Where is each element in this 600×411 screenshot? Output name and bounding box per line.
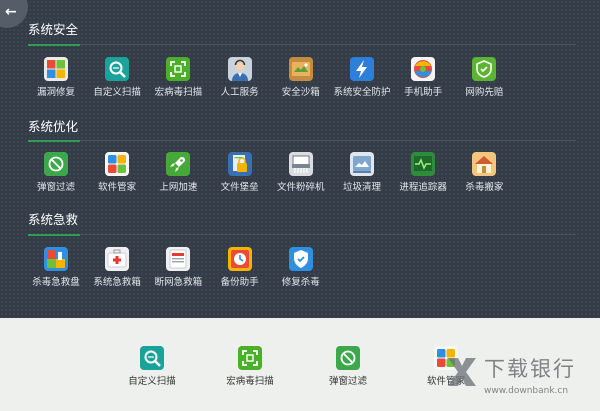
- quick-magnifier[interactable]: 自定义扫描: [112, 346, 192, 396]
- service-person-icon: [227, 57, 252, 81]
- block-popup-icon: [336, 346, 360, 370]
- pulse-monitor-icon: [411, 152, 436, 176]
- scan-frame-icon: [166, 57, 191, 81]
- tool-label: 杀毒搬家: [465, 182, 504, 193]
- quick-label: 自定义扫描: [128, 376, 176, 387]
- windows-shield-icon: [44, 57, 68, 81]
- block-popup-icon: [44, 152, 68, 176]
- tool-scan-frame[interactable]: 宏病毒扫描: [146, 57, 210, 107]
- house-move-icon: [472, 152, 497, 176]
- cleanup-icon: [350, 152, 374, 176]
- tool-lightning[interactable]: 系统安全防护: [330, 57, 394, 107]
- tool-backup-clock[interactable]: 备份助手: [208, 247, 272, 297]
- tool-first-aid-kit[interactable]: 系统急救箱: [85, 247, 149, 297]
- quick-label: 宏病毒扫描: [226, 376, 274, 387]
- section-title-optimize: 系统优化: [28, 119, 79, 134]
- tool-software-grid[interactable]: 软件管家: [85, 152, 149, 202]
- quick-label: 软件管家: [426, 376, 465, 387]
- lightning-icon: [350, 57, 374, 81]
- file-lock-icon: [227, 152, 252, 176]
- first-aid-kit-icon: [105, 247, 130, 271]
- magnifier-icon: [140, 346, 164, 370]
- tool-shield[interactable]: 网购先赔: [452, 57, 516, 107]
- shield-icon: [472, 57, 497, 81]
- rescue-usb-icon: [44, 247, 68, 271]
- tool-house-move[interactable]: 杀毒搬家: [452, 152, 516, 202]
- shredder-icon: [288, 152, 313, 176]
- tool-label: 网购先赔: [465, 87, 504, 98]
- backup-clock-icon: [227, 247, 252, 271]
- sandbox-icon: [288, 57, 313, 81]
- quick-scan-frame[interactable]: 宏病毒扫描: [210, 346, 290, 396]
- rocket-icon: [166, 152, 191, 176]
- tool-rescue-usb[interactable]: 杀毒急救盘: [24, 247, 88, 297]
- tool-file-lock[interactable]: 文件堡垒: [208, 152, 272, 202]
- tool-panel: ← 系统安全 系统优化 系统急救 漏洞修复 自定义扫描 宏病毒扫描 人工服务 安全沙箱系…: [0, 0, 600, 318]
- tool-label: 修复杀毒: [281, 277, 320, 288]
- section-divider: [28, 234, 576, 236]
- quick-launch-bar: 自定义扫描 宏病毒扫描 弹窗过滤 软件管家: [0, 318, 600, 411]
- tool-sandbox[interactable]: 安全沙箱: [269, 57, 333, 107]
- tool-repair-shield[interactable]: 修复杀毒: [269, 247, 333, 297]
- tool-cleanup[interactable]: 垃圾清理: [330, 152, 394, 202]
- section-divider: [28, 140, 576, 142]
- magnifier-icon: [105, 57, 130, 81]
- network-aid-icon: [166, 247, 191, 271]
- tool-magnifier[interactable]: 自定义扫描: [85, 57, 149, 107]
- tool-windows-shield[interactable]: 漏洞修复: [24, 57, 88, 107]
- quick-block-popup[interactable]: 弹窗过滤: [308, 346, 388, 396]
- quick-software-grid[interactable]: 软件管家: [406, 346, 486, 396]
- tool-pulse-monitor[interactable]: 进程追踪器: [391, 152, 455, 202]
- quick-label: 弹窗过滤: [328, 376, 367, 387]
- back-button[interactable]: ←: [0, 0, 28, 28]
- arrow-left-icon: ←: [5, 4, 17, 20]
- software-grid-icon: [434, 346, 458, 370]
- tool-phone-ball[interactable]: 手机助手: [391, 57, 455, 107]
- tool-shredder[interactable]: 文件粉碎机: [269, 152, 333, 202]
- tool-block-popup[interactable]: 弹窗过滤: [24, 152, 88, 202]
- tool-rocket[interactable]: 上网加速: [146, 152, 210, 202]
- repair-shield-icon: [288, 247, 313, 271]
- section-title-rescue: 系统急救: [28, 212, 79, 227]
- section-divider: [28, 44, 576, 46]
- tool-service-person[interactable]: 人工服务: [208, 57, 272, 107]
- section-title-security: 系统安全: [28, 22, 79, 37]
- tool-network-aid[interactable]: 断网急救箱: [146, 247, 210, 297]
- phone-ball-icon: [411, 57, 436, 81]
- scan-frame-icon: [238, 346, 262, 370]
- software-grid-icon: [105, 152, 130, 176]
